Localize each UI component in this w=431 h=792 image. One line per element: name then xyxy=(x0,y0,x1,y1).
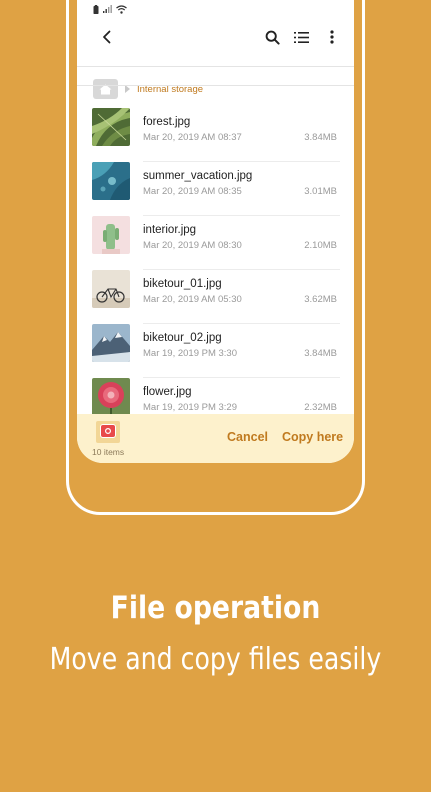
file-size: 3.01MB xyxy=(304,186,337,197)
file-name: flower.jpg xyxy=(143,386,192,398)
file-date: Mar 20, 2019 AM 08:37 xyxy=(143,132,242,143)
file-size: 2.10MB xyxy=(304,240,337,251)
battery-icon xyxy=(93,4,99,14)
copy-bottom-bar: 10 items Cancel Copy here xyxy=(77,414,354,463)
file-row-biketour-01[interactable]: biketour_01.jpg Mar 20, 2019 AM 05:30 3.… xyxy=(77,257,354,324)
file-thumbnail xyxy=(92,162,130,200)
file-row-summer-vacation[interactable]: summer_vacation.jpg Mar 20, 2019 AM 08:3… xyxy=(77,149,354,216)
file-row-flower[interactable]: flower.jpg Mar 19, 2019 PM 3:29 2.32MB xyxy=(77,365,354,419)
search-icon[interactable] xyxy=(260,25,284,49)
breadcrumb-divider xyxy=(77,85,354,86)
file-size: 3.62MB xyxy=(304,294,337,305)
cancel-button[interactable]: Cancel xyxy=(227,430,268,444)
file-date: Mar 20, 2019 AM 05:30 xyxy=(143,294,242,305)
file-date: Mar 20, 2019 AM 08:30 xyxy=(143,240,242,251)
file-size: 3.84MB xyxy=(304,132,337,143)
file-date: Mar 19, 2019 PM 3:30 xyxy=(143,348,237,359)
file-row-biketour-02[interactable]: biketour_02.jpg Mar 19, 2019 PM 3:30 3.8… xyxy=(77,311,354,378)
file-name: biketour_02.jpg xyxy=(143,332,222,344)
wifi-icon xyxy=(116,4,127,14)
file-thumbnail xyxy=(92,378,130,416)
toolbar-divider xyxy=(77,66,354,67)
file-row-interior[interactable]: interior.jpg Mar 20, 2019 AM 08:30 2.10M… xyxy=(77,203,354,270)
file-name: interior.jpg xyxy=(143,224,197,236)
back-arrow-icon[interactable] xyxy=(95,25,119,49)
file-name: biketour_01.jpg xyxy=(143,278,222,290)
file-list: forest.jpg Mar 20, 2019 AM 08:37 3.84MB … xyxy=(77,95,354,419)
file-thumbnail xyxy=(92,216,130,254)
file-size: 3.84MB xyxy=(304,348,337,359)
file-date: Mar 20, 2019 AM 08:35 xyxy=(143,186,242,197)
promo-headline: File operation xyxy=(110,590,321,626)
file-size: 2.32MB xyxy=(304,402,337,413)
file-thumbnail xyxy=(92,270,130,308)
more-options-icon[interactable] xyxy=(320,25,344,49)
file-thumbnail xyxy=(92,324,130,362)
status-bar xyxy=(77,0,354,18)
copy-here-button[interactable]: Copy here xyxy=(282,430,343,444)
app-screen: Internal storage forest.jpg Mar 20, 2019… xyxy=(77,0,354,463)
phone-frame: Internal storage forest.jpg Mar 20, 2019… xyxy=(66,0,365,515)
file-date: Mar 19, 2019 PM 3:29 xyxy=(143,402,237,413)
list-view-icon[interactable] xyxy=(289,25,313,49)
file-thumbnail xyxy=(92,108,130,146)
file-name: summer_vacation.jpg xyxy=(143,170,253,182)
file-name: forest.jpg xyxy=(143,116,191,128)
breadcrumb-separator xyxy=(125,85,130,93)
file-row-forest[interactable]: forest.jpg Mar 20, 2019 AM 08:37 3.84MB xyxy=(77,95,354,162)
clipboard-badge xyxy=(100,424,116,438)
app-toolbar xyxy=(77,18,354,56)
promo-subline: Move and copy files easily xyxy=(49,642,382,677)
signal-icon xyxy=(103,5,112,13)
items-count: 10 items xyxy=(92,447,125,457)
